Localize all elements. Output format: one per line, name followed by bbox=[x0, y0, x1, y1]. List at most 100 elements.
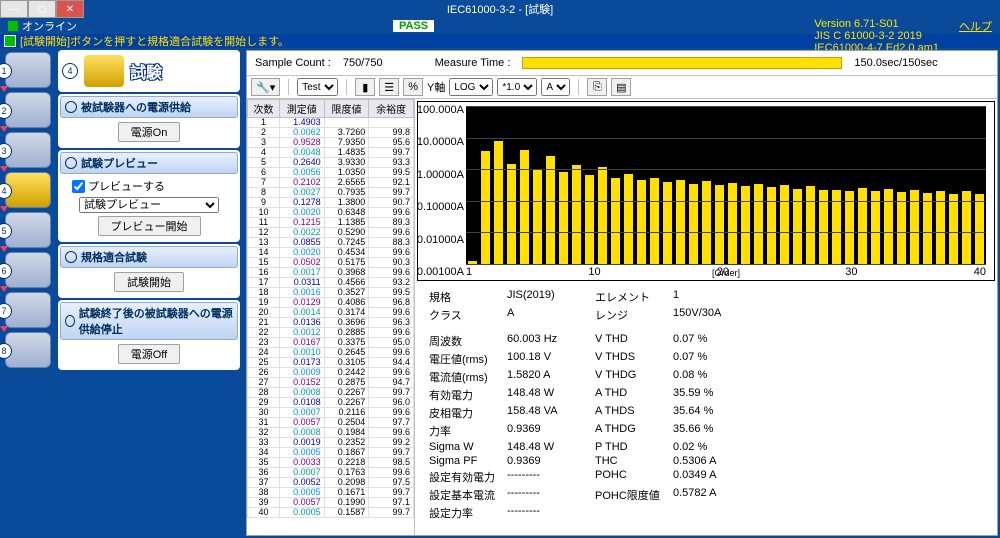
table-row[interactable]: 280.00080.226799.7 bbox=[248, 388, 414, 398]
table-row[interactable]: 30.95287.935095.6 bbox=[248, 138, 414, 148]
table-row[interactable]: 130.08550.724588.3 bbox=[248, 238, 414, 248]
percent-button[interactable]: % bbox=[403, 78, 423, 96]
grid-icon[interactable]: ▤ bbox=[611, 78, 631, 96]
table-row[interactable]: 350.00330.221898.5 bbox=[248, 458, 414, 468]
table-row[interactable]: 330.00190.235299.2 bbox=[248, 438, 414, 448]
table-row[interactable]: 220.00120.288599.6 bbox=[248, 328, 414, 338]
metric-cell: V THDS bbox=[595, 351, 665, 367]
online-tab[interactable]: オンライン bbox=[0, 18, 85, 34]
table-row[interactable]: 120.00220.529099.6 bbox=[248, 228, 414, 238]
table-row[interactable]: 320.00080.198499.6 bbox=[248, 428, 414, 438]
metric-cell bbox=[673, 505, 753, 521]
metric-cell: 0.9369 bbox=[507, 423, 587, 439]
table-row[interactable]: 380.00050.167199.7 bbox=[248, 488, 414, 498]
table-row[interactable]: 340.00050.186799.7 bbox=[248, 448, 414, 458]
step-button-8[interactable]: 8 bbox=[5, 332, 51, 368]
table-row[interactable]: 20.00623.726099.8 bbox=[248, 128, 414, 138]
metric-cell: POHC bbox=[595, 469, 665, 485]
table-row[interactable]: 170.03110.456693.2 bbox=[248, 278, 414, 288]
table-row[interactable]: 11.4903 bbox=[248, 118, 414, 128]
mult-select[interactable]: *1.0 bbox=[497, 78, 537, 96]
window-title: IEC61000-3-2 - [試験] bbox=[447, 1, 553, 17]
step-button-4[interactable]: 4 bbox=[5, 172, 51, 208]
table-row[interactable]: 60.00561.035099.5 bbox=[248, 168, 414, 178]
table-row[interactable]: 270.01520.287594.7 bbox=[248, 378, 414, 388]
table-row[interactable]: 180.00160.352799.5 bbox=[248, 288, 414, 298]
table-row[interactable]: 110.12151.138589.3 bbox=[248, 218, 414, 228]
metric-cell: 設定力率 bbox=[429, 505, 499, 521]
top-info: Sample Count : 750/750 Measure Time : 15… bbox=[247, 51, 997, 75]
table-row[interactable]: 200.00140.317499.6 bbox=[248, 308, 414, 318]
table-row[interactable]: 310.00570.250497.7 bbox=[248, 418, 414, 428]
section-title[interactable]: 被試験器への電源供給 bbox=[60, 96, 238, 118]
preview-start-button[interactable]: プレビュー開始 bbox=[98, 216, 201, 236]
table-row[interactable]: 100.00200.634899.6 bbox=[248, 208, 414, 218]
power-on-button[interactable]: 電源On bbox=[118, 122, 181, 142]
step-button-6[interactable]: 6 bbox=[5, 252, 51, 288]
table-row[interactable]: 260.00090.244299.6 bbox=[248, 368, 414, 378]
maximize-button[interactable]: ◻ bbox=[28, 0, 56, 18]
step-button-1[interactable]: 1 bbox=[5, 52, 51, 88]
list-icon[interactable]: ☰ bbox=[379, 78, 399, 96]
preview-check-input[interactable] bbox=[72, 180, 85, 193]
table-row[interactable]: 370.00520.209897.5 bbox=[248, 478, 414, 488]
section-title[interactable]: 試験プレビュー bbox=[60, 152, 238, 174]
section-title[interactable]: 規格適合試験 bbox=[60, 246, 238, 268]
metric-cell: 0.5306 A bbox=[673, 455, 753, 467]
table-row[interactable]: 240.00100.264599.6 bbox=[248, 348, 414, 358]
chart-bar bbox=[507, 164, 516, 264]
data-table[interactable]: 次数測定値限度値余裕度11.490320.00623.726099.830.95… bbox=[247, 99, 415, 535]
tool-dropdown-1[interactable]: 🔧▾ bbox=[251, 78, 280, 96]
harmonics-chart: 100.000A10.0000A1.00000A0.10000A0.01000A… bbox=[417, 101, 995, 281]
table-row[interactable]: 150.05020.517590.3 bbox=[248, 258, 414, 268]
barchart-icon[interactable]: ▮ bbox=[355, 78, 375, 96]
copy-icon[interactable]: ⎘ bbox=[587, 78, 607, 96]
table-row[interactable]: 360.00070.176399.6 bbox=[248, 468, 414, 478]
ytick: 1.00000A bbox=[417, 169, 464, 181]
minimize-button[interactable]: — bbox=[0, 0, 28, 18]
metric-cell: A THDG bbox=[595, 423, 665, 439]
table-row[interactable]: 190.01290.408696.8 bbox=[248, 298, 414, 308]
metric-cell: 0.07 % bbox=[673, 333, 753, 349]
table-row[interactable]: 390.00570.199097.1 bbox=[248, 498, 414, 508]
chart-bar bbox=[858, 188, 867, 264]
version-info: Version 6.71-S01 JIS C 61000-3-2 2019 IE… bbox=[814, 18, 947, 34]
preview-check-label: プレビューする bbox=[88, 178, 165, 194]
preview-select[interactable]: 試験プレビュー bbox=[79, 197, 219, 213]
table-row[interactable]: 250.01730.310594.4 bbox=[248, 358, 414, 368]
unit-select[interactable]: A bbox=[541, 78, 570, 96]
metric-cell: 0.5782 A bbox=[673, 487, 753, 503]
chart-bar bbox=[533, 169, 542, 264]
table-row[interactable]: 80.00270.793599.7 bbox=[248, 188, 414, 198]
table-row[interactable]: 160.00170.396899.6 bbox=[248, 268, 414, 278]
section-power-off: 試験終了後の被試験器への電源供給停止 電源Off bbox=[58, 300, 240, 370]
table-row[interactable]: 50.26403.933093.3 bbox=[248, 158, 414, 168]
metric-cell: 148.48 W bbox=[507, 441, 587, 453]
section-title[interactable]: 試験終了後の被試験器への電源供給停止 bbox=[60, 302, 238, 340]
step-button-3[interactable]: 3 bbox=[5, 132, 51, 168]
table-row[interactable]: 210.01360.369696.3 bbox=[248, 318, 414, 328]
table-row[interactable]: 40.00481.483599.7 bbox=[248, 148, 414, 158]
chart-bar bbox=[897, 192, 906, 264]
table-row[interactable]: 300.00070.211699.6 bbox=[248, 408, 414, 418]
table-row[interactable]: 90.12781.380090.7 bbox=[248, 198, 414, 208]
step-button-7[interactable]: 7 bbox=[5, 292, 51, 328]
close-button[interactable]: ✕ bbox=[56, 0, 84, 18]
table-row[interactable]: 230.01670.337595.0 bbox=[248, 338, 414, 348]
preview-checkbox[interactable]: プレビューする bbox=[64, 178, 165, 194]
table-row[interactable]: 290.01080.226796.0 bbox=[248, 398, 414, 408]
metric-cell: JIS(2019) bbox=[507, 289, 587, 305]
help-link[interactable]: ヘルプ bbox=[959, 18, 992, 34]
test-start-button[interactable]: 試験開始 bbox=[114, 272, 184, 292]
pass-tab[interactable]: PASS bbox=[385, 18, 442, 34]
ytick: 0.01000A bbox=[417, 234, 464, 246]
step-button-2[interactable]: 2 bbox=[5, 92, 51, 128]
table-row[interactable]: 140.00200.453499.6 bbox=[248, 248, 414, 258]
test-select[interactable]: Test bbox=[297, 78, 338, 96]
table-row[interactable]: 70.21022.656592.1 bbox=[248, 178, 414, 188]
measure-label: Measure Time : bbox=[435, 57, 511, 69]
table-row[interactable]: 400.00050.158799.7 bbox=[248, 508, 414, 518]
log-select[interactable]: LOG bbox=[449, 78, 493, 96]
power-off-button[interactable]: 電源Off bbox=[118, 344, 180, 364]
step-button-5[interactable]: 5 bbox=[5, 212, 51, 248]
